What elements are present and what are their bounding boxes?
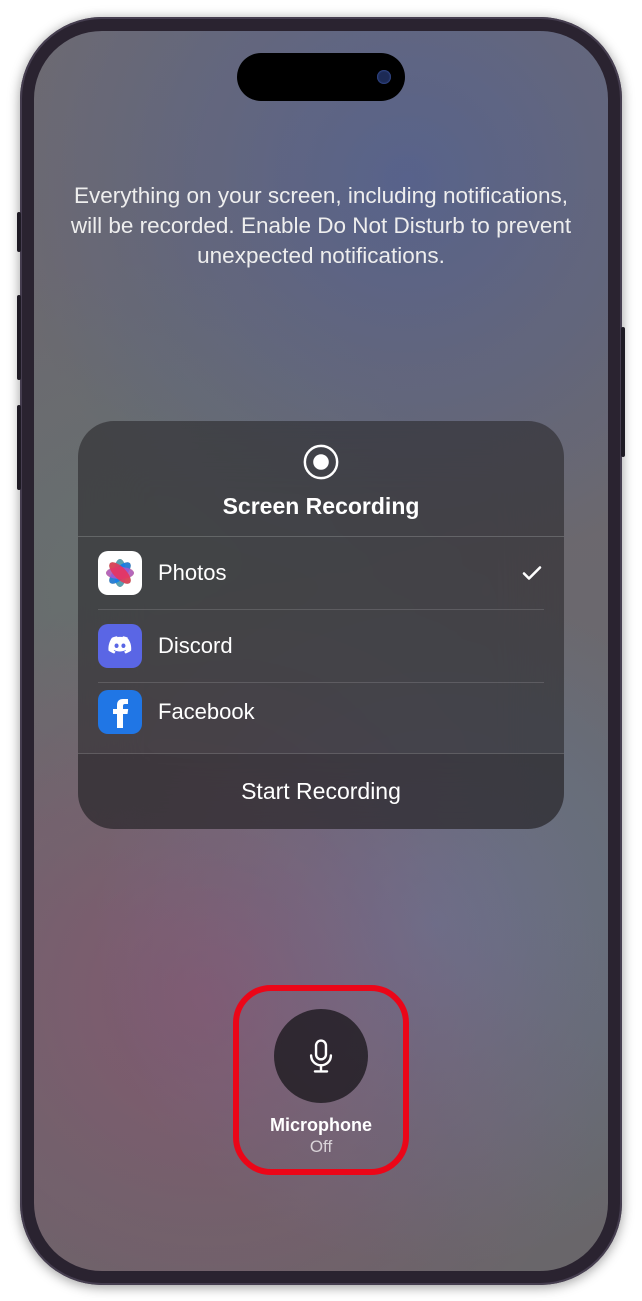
microphone-labels: Microphone Off — [270, 1115, 372, 1157]
microphone-highlight: Microphone Off — [233, 985, 409, 1175]
microphone-state: Off — [270, 1137, 372, 1157]
start-recording-button[interactable]: Start Recording — [78, 753, 564, 829]
screen: Everything on your screen, including not… — [34, 31, 608, 1271]
dynamic-island — [237, 53, 405, 101]
recording-disclaimer-text: Everything on your screen, including not… — [70, 181, 572, 271]
app-option-label: Photos — [158, 560, 504, 586]
discord-app-icon — [98, 624, 142, 668]
app-option-facebook[interactable]: Facebook — [98, 683, 544, 723]
iphone-frame: Everything on your screen, including not… — [20, 17, 622, 1285]
record-icon — [302, 443, 340, 481]
checkmark-icon — [520, 561, 544, 585]
card-header: Screen Recording — [78, 421, 564, 537]
frame-side-button — [621, 327, 625, 457]
app-option-discord[interactable]: Discord — [98, 610, 544, 683]
camera-dot-icon — [377, 70, 391, 84]
start-recording-label: Start Recording — [241, 778, 401, 805]
app-option-label: Facebook — [158, 699, 544, 725]
app-option-label: Discord — [158, 633, 544, 659]
app-option-photos[interactable]: Photos — [98, 537, 544, 610]
microphone-toggle-button[interactable] — [274, 1009, 368, 1103]
microphone-title: Microphone — [270, 1115, 372, 1136]
photos-app-icon — [98, 551, 142, 595]
frame-side-button — [17, 405, 21, 490]
recording-target-list[interactable]: Photos Discord — [78, 537, 564, 753]
card-title: Screen Recording — [78, 493, 564, 520]
microphone-icon — [299, 1034, 343, 1078]
facebook-app-icon — [98, 690, 142, 734]
frame-side-button — [17, 212, 21, 252]
screen-recording-card: Screen Recording — [78, 421, 564, 829]
frame-side-button — [17, 295, 21, 380]
